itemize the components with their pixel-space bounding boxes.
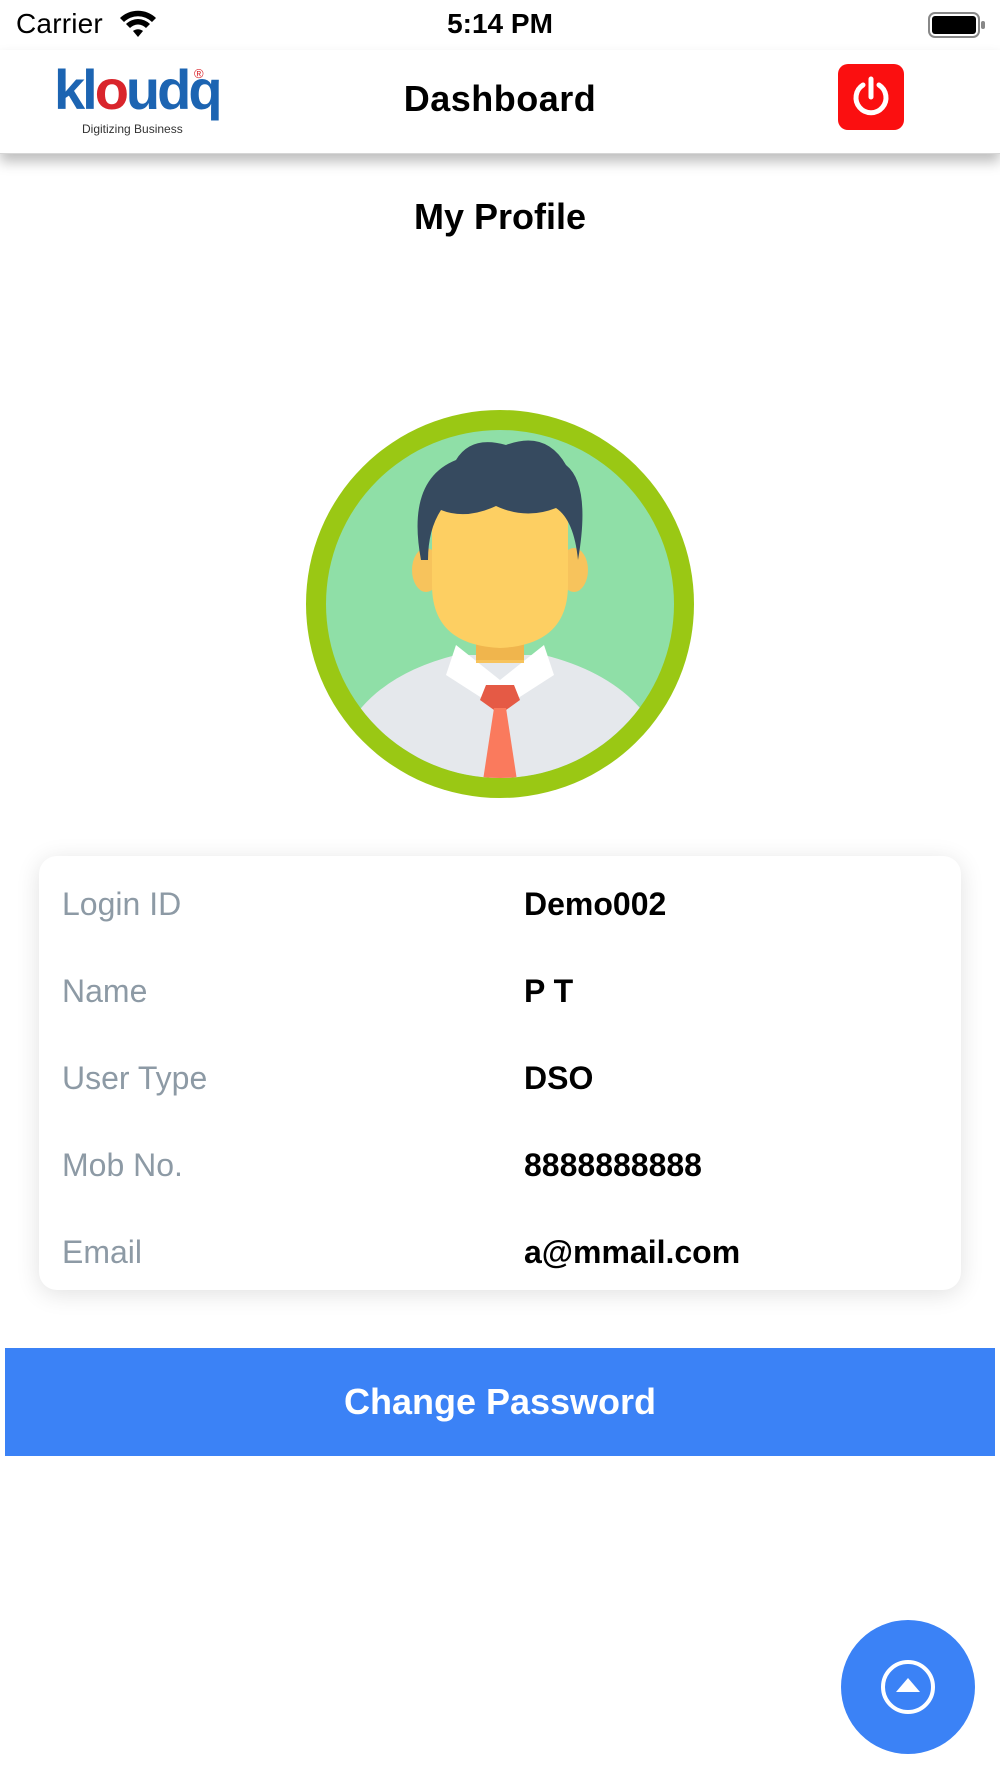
- clock: 5:14 PM: [447, 8, 553, 39]
- user-avatar-icon: [306, 410, 694, 798]
- detail-label: Mob No.: [62, 1147, 183, 1183]
- change-password-button[interactable]: Change Password: [5, 1348, 995, 1456]
- status-bar: Carrier 5:14 PM: [0, 0, 1000, 50]
- detail-label: Name: [62, 973, 148, 1009]
- nav-bar: kloudq ® Digitizing Business Dashboard: [0, 50, 1000, 154]
- detail-value: DSO: [524, 1060, 594, 1096]
- detail-label: Login ID: [62, 886, 182, 922]
- scroll-up-button[interactable]: [841, 1620, 975, 1754]
- logout-button[interactable]: [838, 64, 904, 130]
- detail-row-email: Email a@mmail.com: [39, 1224, 961, 1284]
- profile-heading: My Profile: [413, 196, 587, 237]
- chevron-up-circle-icon: [881, 1660, 935, 1714]
- detail-row-user-type: User Type DSO: [39, 1050, 961, 1110]
- detail-row-login-id: Login ID Demo002: [39, 876, 961, 936]
- profile-screen: Carrier 5:14 PM kloudq ® Digitizing Busi…: [0, 0, 1000, 1778]
- detail-value: Demo002: [524, 886, 667, 922]
- detail-row-mobile: Mob No. 8888888888: [39, 1137, 961, 1197]
- detail-value: a@mmail.com: [524, 1234, 741, 1270]
- detail-value: 8888888888: [524, 1147, 702, 1183]
- detail-value: P T: [524, 973, 574, 1009]
- detail-row-name: Name P T: [39, 963, 961, 1023]
- power-icon: [853, 76, 889, 116]
- logo-tagline: Digitizing Business: [82, 122, 183, 136]
- profile-details-card: Login ID Demo002 Name P T User Type DSO …: [39, 856, 961, 1290]
- battery-icon: [928, 12, 985, 38]
- detail-label: Email: [62, 1234, 143, 1270]
- detail-label: User Type: [62, 1060, 208, 1096]
